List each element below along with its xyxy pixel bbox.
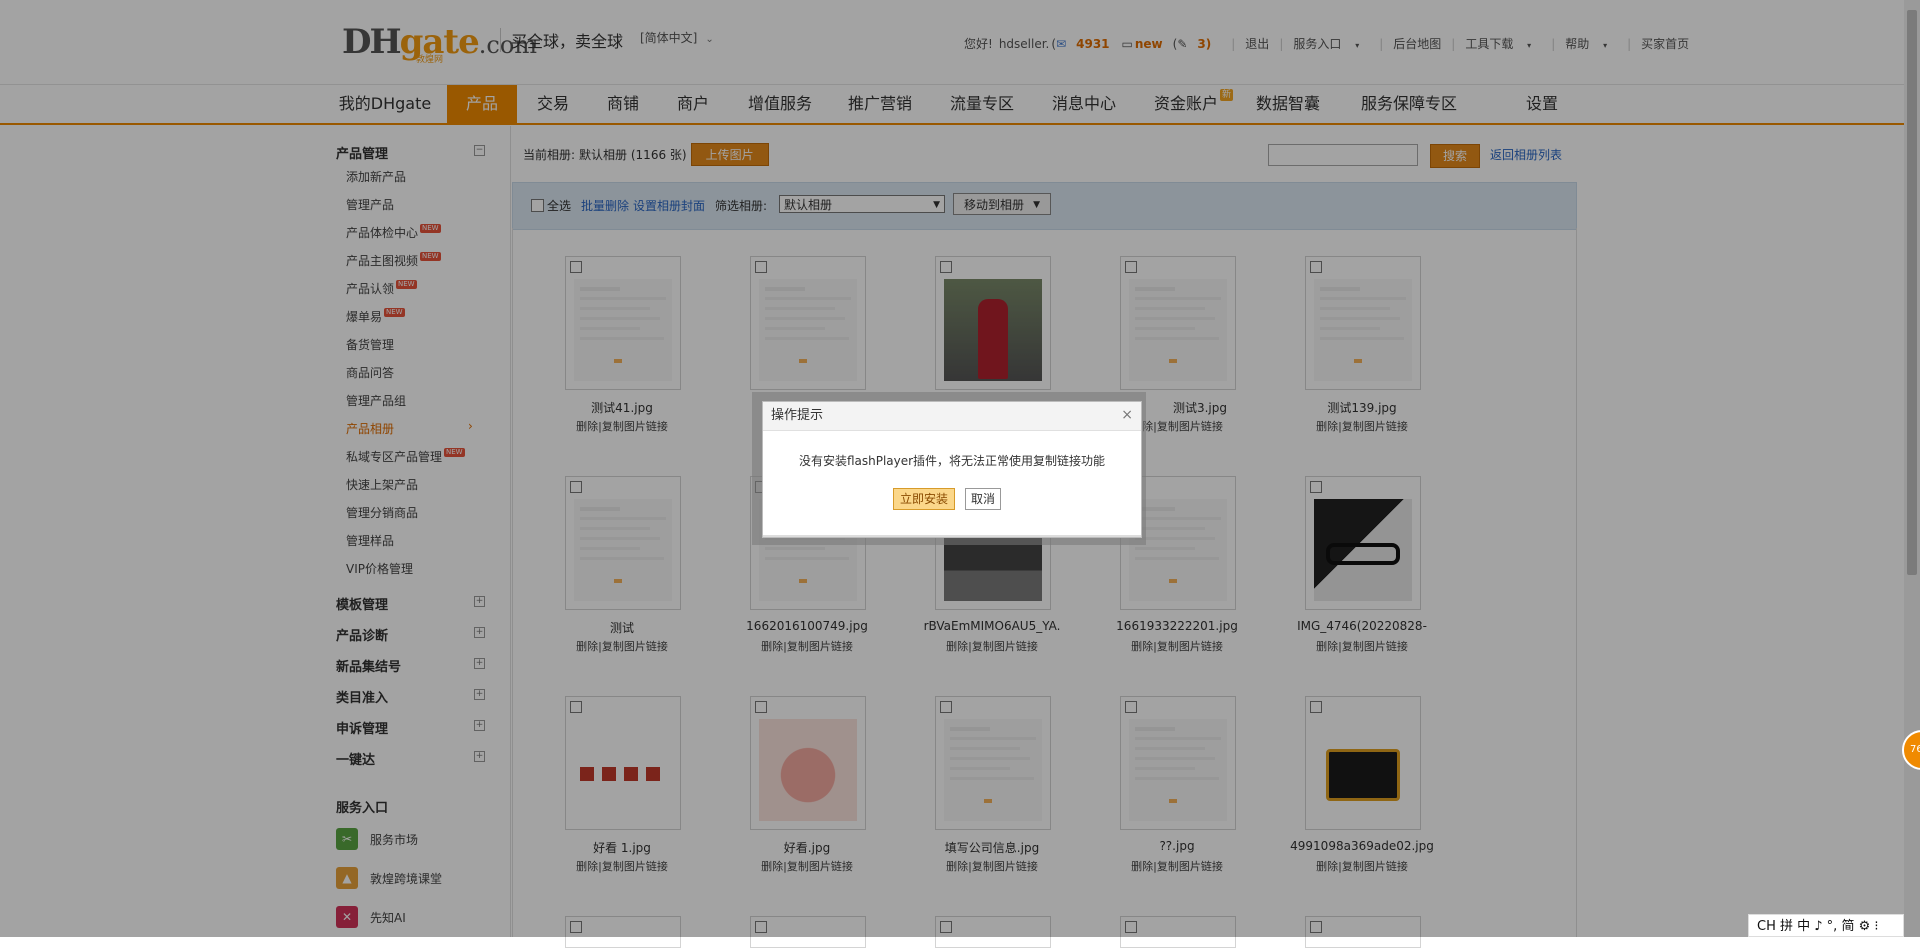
- operation-tip-dialog: 操作提示 × 没有安装flashPlayer插件，将无法正常使用复制链接功能 立…: [762, 401, 1142, 538]
- dialog-message: 没有安装flashPlayer插件，将无法正常使用复制链接功能: [798, 454, 1106, 468]
- ime-toolbar[interactable]: CH 拼 中 ♪ °, 简 ⚙ ⁝: [1748, 914, 1904, 937]
- cancel-button[interactable]: 取消: [965, 488, 1002, 510]
- close-icon[interactable]: ×: [1121, 407, 1133, 423]
- dialog-bottom-bar: [763, 535, 1141, 537]
- install-now-button[interactable]: 立即安装: [893, 488, 956, 510]
- dialog-title: 操作提示: [763, 402, 1141, 431]
